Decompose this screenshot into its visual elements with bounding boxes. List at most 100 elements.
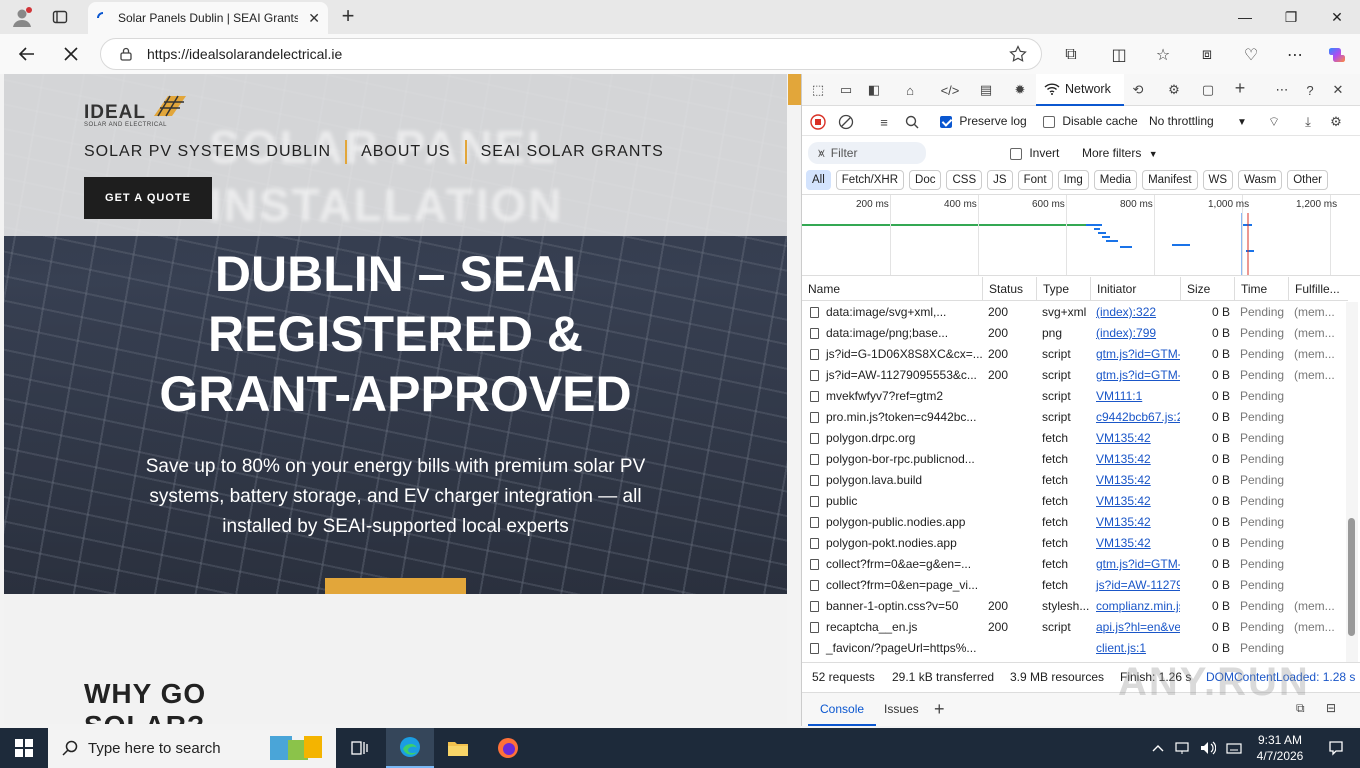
welcome-home-icon[interactable]: ⌂ xyxy=(900,80,920,100)
type-filter-wasm[interactable]: Wasm xyxy=(1238,170,1283,190)
request-initiator[interactable]: (index):799 xyxy=(1090,323,1180,344)
request-initiator[interactable]: api.js?hl=en&ve xyxy=(1090,617,1180,638)
request-row[interactable]: polygon.lava.build fetch VM135:42 0 B Pendin… xyxy=(802,470,1348,491)
network-status-icon[interactable] xyxy=(1170,728,1194,768)
close-drawer-icon[interactable]: ⊟ xyxy=(1326,701,1336,715)
request-initiator[interactable]: client.js:1 xyxy=(1090,638,1180,659)
request-row[interactable]: recaptcha__en.js 200 script api.js?hl=en&ve… xyxy=(802,617,1348,638)
profile-avatar-icon[interactable] xyxy=(6,3,38,31)
disable-cache-checkbox[interactable]: Disable cache xyxy=(1043,114,1138,128)
notifications-icon[interactable] xyxy=(1312,728,1360,768)
request-initiator[interactable]: VM135:42 xyxy=(1090,512,1180,533)
type-filter-all[interactable]: All xyxy=(806,170,831,190)
new-tab-button[interactable]: + xyxy=(334,3,362,31)
column-type[interactable]: Type xyxy=(1036,277,1090,301)
requests-scroll-thumb[interactable] xyxy=(1348,518,1355,636)
type-filter-other[interactable]: Other xyxy=(1287,170,1328,190)
edge-taskbar-icon[interactable] xyxy=(386,728,434,768)
firefox-icon[interactable] xyxy=(484,728,532,768)
request-row[interactable]: js?id=AW-11279095553&c... 200 script gtm.js… xyxy=(802,365,1348,386)
request-initiator[interactable]: VM135:42 xyxy=(1090,533,1180,554)
customize-menu-icon[interactable]: ⋯ xyxy=(1272,80,1292,100)
inspect-element-icon[interactable]: ⬚ xyxy=(808,80,828,100)
record-stop-icon[interactable] xyxy=(808,112,828,132)
help-icon[interactable]: ? xyxy=(1300,80,1320,100)
network-settings-gear-icon[interactable]: ⚙ xyxy=(1326,112,1346,132)
request-initiator[interactable]: (index):322 xyxy=(1090,302,1180,323)
restore-button[interactable]: ❐ xyxy=(1268,0,1314,34)
sources-bug-icon[interactable]: ✹ xyxy=(1010,80,1030,100)
drawer-tab-issues[interactable]: Issues xyxy=(872,693,931,726)
stop-loading-icon[interactable] xyxy=(58,41,84,67)
performance-tab-icon[interactable]: ⟲ xyxy=(1128,80,1148,100)
drawer-tab-console[interactable]: Console xyxy=(808,693,877,726)
more-tools-plus-icon[interactable]: + xyxy=(1230,78,1250,98)
network-overview-timeline[interactable]: 200 ms 400 ms 600 ms 800 ms 1,000 ms 1,200 ms xyxy=(802,194,1360,276)
tab-actions-icon[interactable] xyxy=(44,3,76,31)
copilot-icon[interactable] xyxy=(1324,42,1350,68)
filter-funnel-icon[interactable]: ≡ xyxy=(874,112,894,132)
page-scrollbar[interactable] xyxy=(787,74,801,726)
search-icon[interactable] xyxy=(902,112,922,132)
console-tab-icon[interactable]: ▤ xyxy=(976,80,996,100)
application-tab-icon[interactable]: ▢ xyxy=(1198,80,1218,100)
taskbar-clock[interactable]: 9:31 AM 4/7/2026 xyxy=(1248,732,1312,764)
settings-gear-icon[interactable]: ⚙ xyxy=(1164,80,1184,100)
toggle-sidebar-icon[interactable]: ◧ xyxy=(864,80,884,100)
drawer-add-tab-icon[interactable]: + xyxy=(934,699,945,720)
throttling-select[interactable]: No throttling ▼ xyxy=(1149,114,1247,128)
request-row[interactable]: pro.min.js?token=c9442bc... script c9442bc… xyxy=(802,407,1348,428)
request-initiator[interactable]: gtm.js?id=GTM- xyxy=(1090,365,1180,386)
tab-network[interactable]: Network xyxy=(1036,74,1124,106)
type-filter-doc[interactable]: Doc xyxy=(909,170,942,190)
requests-scrollbar[interactable] xyxy=(1346,302,1358,662)
request-row[interactable]: js?id=G-1D06X8S8XC&cx=... 200 script gtm.js… xyxy=(802,344,1348,365)
request-row[interactable]: polygon-bor-rpc.publicnod... fetch VM135:4… xyxy=(802,449,1348,470)
elements-tab-icon[interactable]: </> xyxy=(940,80,960,100)
network-conditions-icon[interactable]: ⌔ xyxy=(1264,112,1284,132)
request-initiator[interactable]: gtm.js?id=GTM- xyxy=(1090,344,1180,365)
type-filter-font[interactable]: Font xyxy=(1017,170,1053,190)
request-row[interactable]: _favicon/?pageUrl=https%... client.js:1 0 … xyxy=(802,638,1348,659)
request-row[interactable]: data:image/svg+xml,... 200 svg+xml (index):… xyxy=(802,302,1348,323)
performance-icon[interactable]: ♡ xyxy=(1238,42,1264,68)
task-view-icon[interactable] xyxy=(336,728,384,768)
taskbar-search[interactable]: Type here to search xyxy=(48,728,336,768)
collections-icon[interactable]: ⧈ xyxy=(1194,42,1220,68)
type-filter-css[interactable]: CSS xyxy=(946,170,983,190)
request-initiator[interactable]: VM135:42 xyxy=(1090,428,1180,449)
import-har-icon[interactable]: ⤓ xyxy=(1298,112,1318,132)
tab-close-icon[interactable]: ✕ xyxy=(308,10,320,27)
site-logo[interactable]: IDEAL SOLAR AND ELECTRICAL xyxy=(84,92,194,128)
show-hidden-icons-chevron-icon[interactable] xyxy=(1146,728,1170,768)
type-filter-js[interactable]: JS xyxy=(987,170,1013,190)
extensions-icon[interactable]: ⧉ xyxy=(1058,42,1084,68)
minimize-button[interactable]: — xyxy=(1222,0,1268,34)
preserve-log-checkbox[interactable]: Preserve log xyxy=(940,114,1027,128)
nav-seai-grants[interactable]: SEAI SOLAR GRANTS xyxy=(464,140,678,164)
get-a-quote-button[interactable]: GET A QUOTE xyxy=(84,177,212,219)
nav-about-us[interactable]: ABOUT US xyxy=(345,140,465,164)
type-filter-ws[interactable]: WS xyxy=(1202,170,1234,190)
request-initiator[interactable]: VM135:42 xyxy=(1090,470,1180,491)
close-window-button[interactable]: ✕ xyxy=(1314,0,1360,34)
request-row[interactable]: collect?frm=0&en=page_vi... fetch js?id=AW… xyxy=(802,575,1348,596)
request-row[interactable]: mvekfwfyv7?ref=gtm2 script VM111:1 0 B Pendi… xyxy=(802,386,1348,407)
keyboard-layout-icon[interactable] xyxy=(1222,728,1246,768)
column-fulfilled[interactable]: Fulfille... xyxy=(1288,277,1348,301)
request-row[interactable]: banner-1-optin.css?v=50 200 stylesh... comp… xyxy=(802,596,1348,617)
settings-more-icon[interactable]: ⋯ xyxy=(1282,42,1308,68)
type-filter-manifest[interactable]: Manifest xyxy=(1142,170,1198,190)
request-row[interactable]: polygon-pokt.nodies.app fetch VM135:42 0 B P… xyxy=(802,533,1348,554)
invert-checkbox[interactable]: Invert xyxy=(1010,146,1059,160)
request-row[interactable]: public fetch VM135:42 0 B Pending xyxy=(802,491,1348,512)
more-filters-dropdown[interactable]: More filters ▼ xyxy=(1082,146,1158,160)
device-emulation-icon[interactable]: ▭ xyxy=(836,80,856,100)
request-initiator[interactable]: js?id=AW-11279 xyxy=(1090,575,1180,596)
back-arrow-icon[interactable] xyxy=(14,41,40,67)
request-initiator[interactable]: VM111:1 xyxy=(1090,386,1180,407)
column-time[interactable]: Time xyxy=(1234,277,1288,301)
tab-active[interactable]: Solar Panels Dublin | SEAI Grants & Inst… xyxy=(88,2,328,34)
windows-start-icon[interactable] xyxy=(0,728,48,768)
file-explorer-icon[interactable] xyxy=(434,728,482,768)
